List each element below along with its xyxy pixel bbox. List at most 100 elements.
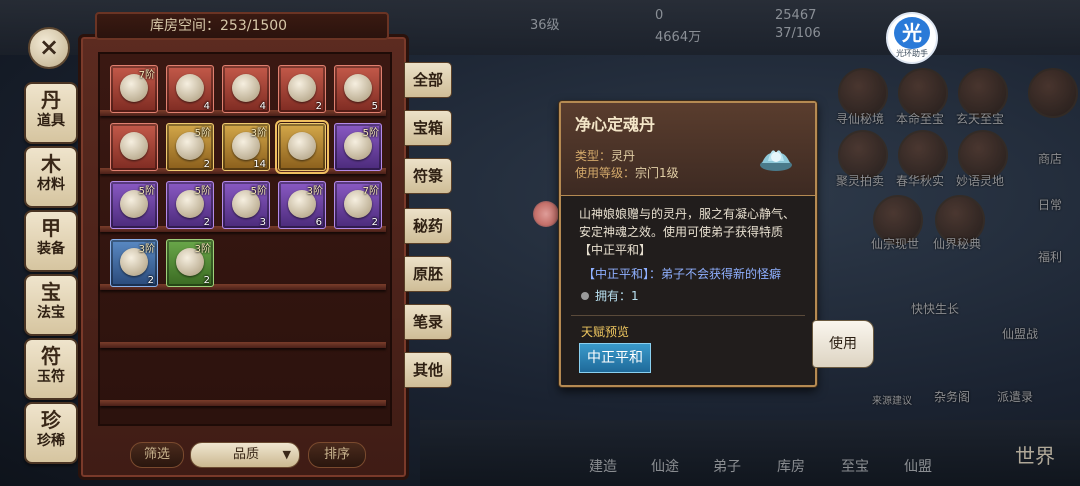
pill-icon: 丹 — [41, 88, 61, 112]
bg-feature-label: 来源建议 — [872, 396, 912, 407]
category-label: 玉符 — [37, 369, 65, 385]
helper-badge[interactable]: 光 光环助手 — [886, 12, 938, 64]
category-materials[interactable]: 木 材料 — [24, 146, 78, 208]
resource-stat: 25467 — [775, 8, 817, 23]
bg-feature-label: 仙宗现世 — [870, 237, 919, 251]
item-rank: 7阶 — [362, 186, 379, 197]
bg-feature-button — [1028, 68, 1078, 118]
bottom-nav-bar — [420, 420, 1080, 486]
item-slot[interactable]: 5阶 2 — [166, 123, 214, 171]
category-label: 法宝 — [37, 305, 65, 321]
category-equipment[interactable]: 甲 装备 — [24, 210, 78, 272]
item-slot[interactable]: 7阶 2 — [334, 181, 382, 229]
item-slot[interactable]: 3阶 6 — [278, 181, 326, 229]
owned-value: 1 — [631, 289, 639, 303]
tab-elixirs[interactable]: 秘药 — [404, 208, 452, 244]
item-slot[interactable]: 4 — [222, 65, 270, 113]
tab-talismans[interactable]: 符箓 — [404, 158, 452, 194]
item-detail-popup: 净心定魂丹 类型：灵丹 使用等级：宗门1级 山神娘娘赠与的灵丹，服之有凝心静气、… — [559, 101, 817, 387]
item-quantity: 3 — [259, 217, 266, 228]
order-button[interactable]: 排序 — [308, 442, 366, 468]
filter-button[interactable]: 筛选 — [130, 442, 184, 468]
item-rank: 3阶 — [250, 128, 267, 139]
bg-feature-label: 玄天至宝 — [955, 112, 1004, 126]
item-level-key: 使用等级： — [575, 166, 636, 180]
nav-item-build: 建造 — [589, 459, 617, 475]
item-quantity: 2 — [203, 159, 210, 170]
item-rank: 7阶 — [138, 70, 155, 81]
item-slot[interactable]: 5阶 — [334, 123, 382, 171]
category-rare[interactable]: 珍 珍稀 — [24, 402, 78, 464]
category-props[interactable]: 丹 道具 — [24, 82, 78, 144]
item-slot[interactable] — [275, 120, 329, 174]
item-rank: 5阶 — [362, 128, 379, 139]
petal-decoration — [533, 201, 559, 227]
item-slot[interactable]: 5 — [334, 65, 382, 113]
lotus-pill-icon — [288, 132, 316, 160]
item-description: 山神娘娘赠与的灵丹，服之有凝心静气、安定神魂之效。使用可使弟子获得特质【中正平和… — [579, 207, 796, 257]
owned-count: 拥有：1 — [581, 287, 639, 304]
owned-icon — [581, 292, 589, 300]
peach-icon — [344, 74, 372, 102]
gem-icon: 珍 — [41, 408, 61, 432]
bg-feature-label: 快快生长 — [910, 302, 959, 316]
item-quantity: 2 — [315, 101, 322, 112]
item-rank: 5阶 — [138, 186, 155, 197]
bg-feature-label: 仙盟战 — [1001, 327, 1038, 341]
nav-item-path: 仙途 — [651, 459, 679, 475]
peach-icon — [120, 132, 148, 160]
item-slot[interactable] — [110, 123, 158, 171]
item-rank: 3阶 — [194, 244, 211, 255]
shelf — [100, 400, 386, 406]
item-quantity: 4 — [259, 101, 266, 112]
item-slot[interactable]: 5阶 2 — [166, 181, 214, 229]
item-rank: 3阶 — [306, 186, 323, 197]
item-quantity: 2 — [203, 275, 210, 286]
category-label: 装备 — [37, 241, 65, 257]
sort-select[interactable]: 品质 ▼ — [190, 442, 300, 468]
peach-icon — [176, 74, 204, 102]
peach-icon — [232, 74, 260, 102]
item-slot[interactable]: 5阶 — [110, 181, 158, 229]
category-artifacts[interactable]: 宝 法宝 — [24, 274, 78, 336]
bg-feature-label: 春华秋实 — [895, 174, 944, 188]
lotus-pill-icon — [760, 150, 792, 171]
resource-stat: 37/106 — [775, 26, 821, 41]
tab-embryos[interactable]: 原胚 — [404, 256, 452, 292]
peach-icon — [288, 74, 316, 102]
bg-feature-label: 聚灵拍卖 — [835, 174, 884, 188]
item-type-value: 灵丹 — [611, 149, 636, 163]
item-quantity: 4 — [203, 101, 210, 112]
helper-icon: 光 — [894, 17, 930, 49]
tab-other[interactable]: 其他 — [404, 352, 452, 388]
item-slot[interactable]: 3阶 2 — [166, 239, 214, 287]
tab-chests[interactable]: 宝箱 — [404, 110, 452, 146]
nav-item-alliance: 仙盟 — [904, 459, 932, 475]
sort-value: 品质 — [233, 447, 260, 462]
nav-item-treasure: 至宝 — [841, 459, 869, 475]
item-slot[interactable]: 2 — [278, 65, 326, 113]
level-stat: 36级 — [530, 18, 560, 33]
tab-notes[interactable]: 笔录 — [404, 304, 452, 340]
item-name: 净心定魂丹 — [575, 115, 656, 134]
item-slot[interactable]: 3阶 14 — [222, 123, 270, 171]
use-button[interactable]: 使用 — [812, 320, 874, 368]
resource-stat: 0 — [655, 8, 664, 23]
talent-preview-label: 天赋预览 — [581, 325, 630, 339]
nav-item-world: 世界 — [1015, 444, 1055, 468]
item-slot[interactable]: 4 — [166, 65, 214, 113]
item-slot[interactable]: 5阶 3 — [222, 181, 270, 229]
category-jade-talismans[interactable]: 符 玉符 — [24, 338, 78, 400]
tab-all[interactable]: 全部 — [404, 62, 452, 98]
item-level-value: 宗门1级 — [635, 166, 679, 180]
close-button[interactable]: × — [28, 27, 70, 69]
item-quantity: 2 — [147, 275, 154, 286]
item-slot[interactable]: 7阶 — [110, 65, 158, 113]
helper-caption: 光环助手 — [896, 49, 928, 58]
item-quantity: 2 — [371, 217, 378, 228]
talent-button[interactable]: 中正平和 — [579, 343, 651, 373]
talisman-icon: 符 — [41, 344, 61, 368]
item-slot[interactable]: 3阶 2 — [110, 239, 158, 287]
shelf — [100, 342, 386, 348]
bg-feature-label: 本命至宝 — [895, 112, 944, 126]
